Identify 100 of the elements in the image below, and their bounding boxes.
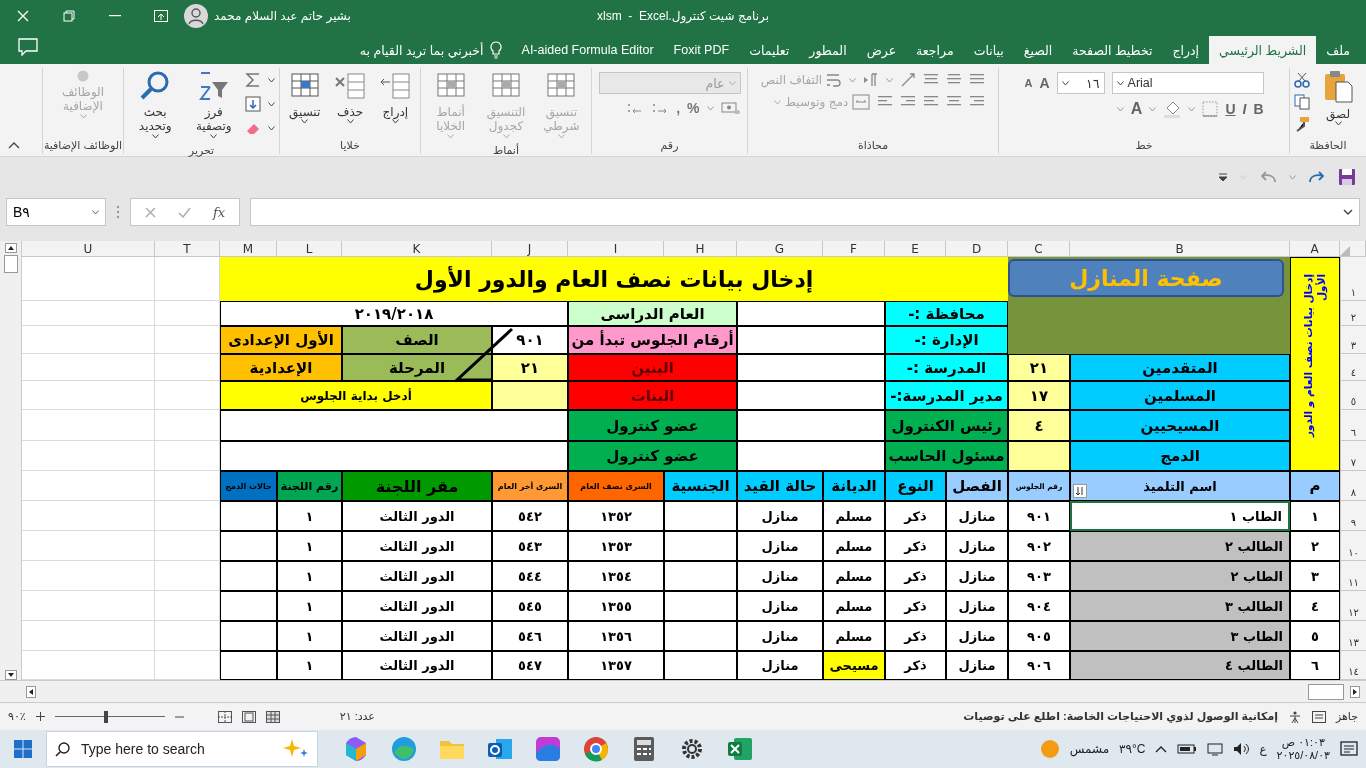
row-number[interactable]: ١٣ — [1340, 621, 1366, 651]
table-cell[interactable]: الطاب ٢ — [1070, 561, 1290, 591]
empty-cell[interactable] — [664, 591, 737, 621]
font-color-button[interactable]: A — [1130, 100, 1143, 118]
close-icon[interactable] — [17, 10, 29, 22]
name-box[interactable]: B٩ — [6, 198, 106, 226]
zoom-in-icon[interactable] — [35, 712, 45, 721]
shrink-font-button[interactable]: A — [1024, 77, 1033, 89]
macro-icon[interactable] — [1311, 710, 1326, 723]
battery-icon[interactable] — [1177, 743, 1198, 755]
ribbon-button[interactable]: تنسيق — [284, 68, 326, 130]
ribbon-button[interactable]: لصق — [1314, 68, 1362, 132]
tell-me-field[interactable]: أخبرني بما تريد القيام به — [359, 42, 484, 58]
column-header[interactable]: D — [946, 241, 1008, 257]
format-painter-icon[interactable] — [1294, 116, 1310, 132]
page-layout-icon[interactable] — [241, 710, 256, 723]
column-header[interactable]: L — [277, 241, 342, 257]
empty-cell[interactable] — [220, 561, 277, 591]
empty-cell[interactable] — [220, 651, 277, 680]
collapse-icon[interactable] — [8, 141, 20, 149]
insert-function-button[interactable]: fx — [213, 204, 226, 220]
row-number[interactable]: ٢ — [1340, 301, 1366, 326]
ribbon-tab[interactable]: الشريط الرئيسي — [1209, 36, 1317, 64]
row-number[interactable]: ٨ — [1340, 471, 1366, 501]
percent-button[interactable]: % — [687, 100, 700, 116]
scroll-right-icon[interactable] — [1350, 685, 1360, 698]
ribbon-tab[interactable]: AI-aided Formula Editor — [511, 36, 664, 64]
ribbon-button[interactable]: إدراج — [374, 68, 416, 130]
ribbon-display-icon[interactable] — [154, 10, 168, 22]
cut-icon[interactable] — [1294, 72, 1310, 88]
row-number[interactable]: ١ — [1340, 257, 1366, 301]
column-header[interactable]: B — [1070, 241, 1290, 257]
font-size-field[interactable]: ١٦ — [1056, 72, 1105, 94]
row-number[interactable]: ٧ — [1340, 441, 1366, 471]
row-number[interactable]: ٩ — [1340, 501, 1366, 531]
text-direction-icon[interactable] — [863, 73, 880, 87]
ribbon-tab[interactable]: عرض — [856, 36, 907, 64]
column-header[interactable]: E — [885, 241, 946, 257]
ribbon-tab[interactable]: تعليمات — [739, 36, 800, 64]
spreadsheet-icon[interactable] — [726, 735, 754, 763]
clock[interactable]: ٠١:٠٣ ص ٢٠٢٥/٠٨/٠٣ — [1276, 736, 1330, 762]
row-number[interactable]: ١٠ — [1340, 531, 1366, 561]
zoom-out-icon[interactable] — [174, 715, 184, 718]
column-header[interactable]: A — [1290, 241, 1340, 257]
redo-icon[interactable] — [1308, 170, 1326, 184]
row-number[interactable]: ٤ — [1340, 354, 1366, 381]
table-cell[interactable]: الطاب ٣ — [1070, 621, 1290, 651]
table-cell[interactable]: الطاب ١ — [1070, 501, 1290, 531]
empty-cell[interactable] — [664, 501, 737, 531]
ribbon-tab[interactable]: إدراج — [1162, 36, 1210, 64]
table-cell[interactable]: الطالب ٢ — [1070, 531, 1290, 561]
column-header[interactable]: I — [568, 241, 664, 257]
bold-button[interactable]: B — [1253, 101, 1264, 117]
column-header[interactable]: M — [220, 241, 277, 257]
table-cell[interactable]: الطالب ٣ — [1070, 591, 1290, 621]
italic-button[interactable]: I — [1242, 101, 1247, 117]
empty-cell[interactable] — [220, 591, 277, 621]
font-name-field[interactable]: Arial — [1111, 72, 1264, 94]
empty-cell[interactable] — [220, 501, 277, 531]
accessibility-icon[interactable] — [1287, 709, 1302, 724]
notifications-icon[interactable] — [1340, 741, 1358, 757]
copy-icon[interactable] — [1294, 94, 1310, 110]
expand-icon[interactable] — [1343, 208, 1353, 216]
normal-view-icon[interactable] — [265, 710, 280, 723]
filter-button[interactable] — [1073, 484, 1087, 498]
ribbon-button[interactable]: فرز وتصفية — [186, 68, 241, 144]
empty-cell[interactable] — [664, 531, 737, 561]
windows-icon[interactable] — [14, 740, 32, 758]
row-number[interactable]: ١١ — [1340, 561, 1366, 591]
scroll-thumb[interactable] — [1308, 683, 1344, 700]
minimize-icon[interactable] — [109, 15, 121, 17]
show-hidden-icon[interactable] — [1155, 745, 1168, 753]
row-number[interactable]: ١٢ — [1340, 591, 1366, 621]
scroll-left-icon[interactable] — [26, 685, 36, 698]
accessibility-status[interactable]: إمكانية الوصول لذوي الاحتياجات الخاصة: اطلع على توصيات — [963, 710, 1278, 723]
ribbon-tab[interactable]: الصيغ — [1013, 36, 1063, 64]
scroll-thumb[interactable] — [3, 255, 18, 273]
column-header[interactable]: T — [155, 241, 220, 257]
slider-thumb[interactable] — [104, 710, 109, 723]
comment-icon[interactable] — [18, 37, 38, 56]
ribbon-tab[interactable]: المطور — [799, 36, 857, 64]
underline-button[interactable]: U — [1225, 101, 1236, 117]
empty-cell[interactable] — [664, 651, 737, 680]
enter-icon[interactable] — [178, 206, 191, 218]
column-header[interactable]: K — [342, 241, 492, 257]
undo-icon[interactable] — [1259, 170, 1277, 184]
currency-icon[interactable] — [720, 100, 741, 116]
borders-icon[interactable] — [1202, 101, 1219, 117]
scroll-down-icon[interactable] — [4, 670, 17, 680]
comma-button[interactable]: , — [676, 100, 681, 116]
grow-font-button[interactable]: A — [1039, 75, 1050, 91]
sum-icon[interactable] — [245, 72, 261, 88]
formula-field[interactable] — [250, 198, 1360, 226]
scroll-up-icon[interactable] — [4, 243, 17, 253]
empty-cell[interactable] — [220, 621, 277, 651]
search-field[interactable]: Type here to search — [46, 731, 318, 767]
column-header[interactable]: H — [664, 241, 737, 257]
language-indicator[interactable]: ع — [1259, 742, 1267, 756]
table-cell[interactable]: الطالب ٤ — [1070, 651, 1290, 680]
empty-cell[interactable] — [664, 621, 737, 651]
